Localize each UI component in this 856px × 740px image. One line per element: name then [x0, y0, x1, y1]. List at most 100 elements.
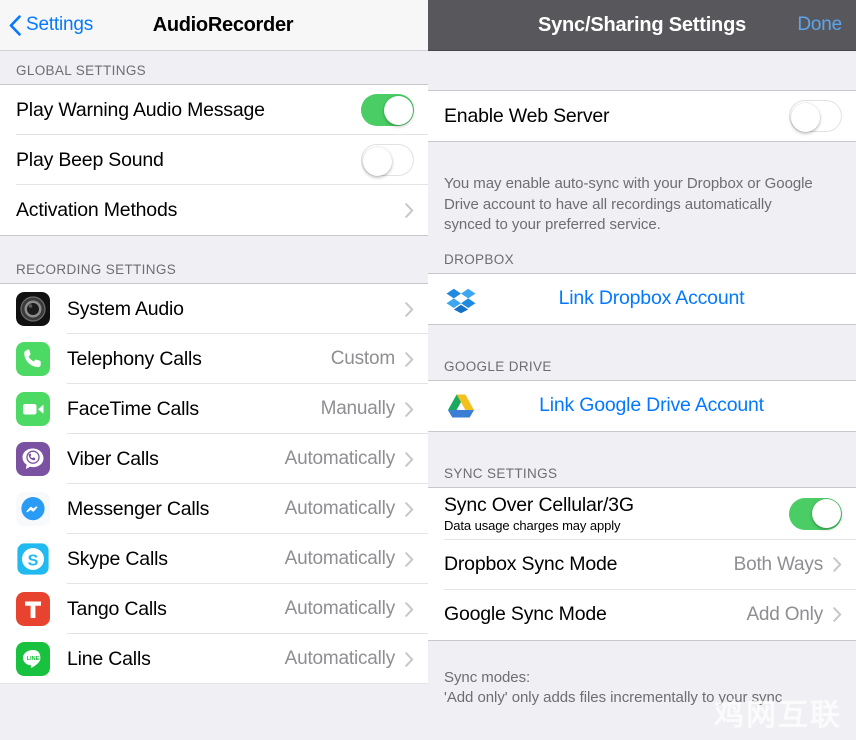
row-messenger-calls[interactable]: Messenger Calls Automatically — [0, 484, 428, 534]
group-recording-settings: System Audio Telephony Calls Custom Face… — [0, 283, 428, 684]
row-dropbox-sync-mode[interactable]: Dropbox Sync Mode Both Ways — [428, 539, 856, 590]
tango-icon — [16, 592, 50, 626]
chevron-right-icon — [405, 202, 414, 218]
intro-note: You may enable auto-sync with your Dropb… — [444, 175, 813, 233]
right-panel-title-text: Sync/Sharing Settings — [537, 13, 747, 36]
back-to-settings-button[interactable]: Settings — [0, 14, 93, 36]
chevron-right-icon — [405, 601, 414, 617]
row-link-google-drive-account[interactable]: Link Google Drive Account — [428, 380, 856, 431]
row-play-warning-audio-message[interactable]: Play Warning Audio Message — [0, 85, 428, 135]
switch-play-warning-audio-message[interactable] — [361, 94, 414, 126]
left-navbar: Settings AudioRecorder — [0, 0, 428, 51]
row-label: Activation Methods — [16, 198, 178, 221]
group-google-drive: Link Google Drive Account — [428, 379, 856, 432]
row-google-sync-mode[interactable]: Google Sync Mode Add Only — [428, 589, 856, 640]
row-label: Google Sync Mode — [444, 603, 607, 625]
chevron-right-icon — [405, 651, 414, 667]
row-link-dropbox-account[interactable]: Link Dropbox Account — [428, 273, 856, 324]
messenger-icon — [16, 492, 50, 526]
row-play-beep-sound[interactable]: Play Beep Sound — [0, 135, 428, 185]
footer-note-line2: 'Add only' only adds files incrementally… — [444, 689, 783, 706]
done-button[interactable]: Done — [797, 0, 842, 50]
row-label: Dropbox Sync Mode — [444, 553, 618, 575]
group-global-settings: Play Warning Audio Message Play Beep Sou… — [0, 84, 428, 236]
chevron-right-icon — [405, 551, 414, 567]
section-header-google-drive: GOOGLE DRIVE — [428, 357, 856, 380]
svg-text:S: S — [28, 553, 39, 570]
row-label: System Audio — [67, 297, 184, 320]
row-detail: Automatically — [284, 598, 396, 619]
row-label: Tango Calls — [67, 597, 167, 620]
group-sync-settings: Sync Over Cellular/3G Data usage charges… — [428, 486, 856, 641]
section-header-dropbox: DROPBOX — [428, 250, 856, 273]
switch-sync-over-cellular[interactable] — [789, 497, 842, 530]
group-dropbox: Link Dropbox Account — [428, 272, 856, 325]
switch-knob — [811, 499, 841, 528]
row-detail: Manually — [320, 398, 396, 419]
spacer — [428, 640, 856, 668]
row-sync-over-cellular[interactable]: Sync Over Cellular/3G Data usage charges… — [428, 487, 856, 540]
row-detail: Automatically — [284, 448, 396, 469]
spacer — [0, 51, 428, 62]
line-icon: LINE — [16, 642, 50, 676]
row-detail: Automatically — [284, 548, 396, 569]
row-sublabel: Data usage charges may apply — [444, 518, 621, 533]
switch-knob — [362, 146, 392, 176]
spacer — [0, 236, 428, 261]
left-panel-title-text: AudioRecorder — [152, 13, 294, 36]
svg-text:LINE: LINE — [27, 656, 40, 662]
switch-knob — [790, 102, 820, 132]
row-label-stack: Sync Over Cellular/3G Data usage charges… — [444, 494, 789, 533]
viber-icon — [16, 442, 50, 476]
right-navbar: Sync/Sharing Settings Done — [428, 0, 856, 51]
switch-play-beep-sound[interactable] — [361, 144, 414, 176]
spacer — [428, 235, 856, 251]
group-web-server: Enable Web Server — [428, 90, 856, 142]
row-label: FaceTime Calls — [67, 397, 199, 420]
row-label: Play Beep Sound — [16, 148, 164, 171]
row-label: Play Warning Audio Message — [16, 98, 265, 121]
split-settings-screen: Settings AudioRecorder GLOBAL SETTINGS P… — [0, 0, 856, 740]
row-label: Viber Calls — [67, 447, 159, 470]
row-label: Telephony Calls — [67, 347, 202, 370]
link-dropbox-label: Link Dropbox Account — [558, 287, 745, 309]
switch-knob — [383, 95, 413, 125]
row-label: Skype Calls — [67, 547, 168, 570]
chevron-right-icon — [405, 401, 414, 417]
row-facetime-calls[interactable]: FaceTime Calls Manually — [0, 384, 428, 434]
switch-enable-web-server[interactable] — [789, 100, 842, 132]
row-enable-web-server[interactable]: Enable Web Server — [428, 91, 856, 141]
row-telephony-calls[interactable]: Telephony Calls Custom — [0, 334, 428, 384]
left-settings-panel: Settings AudioRecorder GLOBAL SETTINGS P… — [0, 0, 428, 740]
spacer — [428, 431, 856, 465]
phone-icon — [16, 342, 50, 376]
link-google-drive-label: Link Google Drive Account — [539, 394, 764, 416]
chevron-right-icon — [405, 351, 414, 367]
row-label: Messenger Calls — [67, 497, 210, 520]
dropbox-icon — [444, 282, 478, 316]
system-audio-icon — [16, 292, 50, 326]
row-label: Enable Web Server — [444, 104, 610, 127]
row-detail: Automatically — [284, 498, 396, 519]
chevron-right-icon — [833, 607, 842, 622]
right-panel-title: Sync/Sharing Settings — [428, 0, 856, 50]
row-activation-methods[interactable]: Activation Methods — [0, 185, 428, 235]
row-separator — [0, 683, 428, 684]
spacer — [428, 51, 856, 90]
row-detail: Custom — [330, 348, 395, 369]
row-line-calls[interactable]: LINE Line Calls Automatically — [0, 634, 428, 684]
row-tango-calls[interactable]: Tango Calls Automatically — [0, 584, 428, 634]
right-sync-sharing-panel: Sync/Sharing Settings Done Enable Web Se… — [428, 0, 856, 740]
chevron-right-icon — [405, 451, 414, 467]
chevron-right-icon — [833, 557, 842, 572]
chevron-right-icon — [405, 301, 414, 317]
row-system-audio[interactable]: System Audio — [0, 284, 428, 334]
row-viber-calls[interactable]: Viber Calls Automatically — [0, 434, 428, 484]
section-header-sync-settings: SYNC SETTINGS — [428, 464, 856, 487]
row-skype-calls[interactable]: S Skype Calls Automatically — [0, 534, 428, 584]
facetime-icon — [16, 392, 50, 426]
footer-note-line1: Sync modes: — [444, 668, 531, 686]
spacer — [428, 324, 856, 358]
google-drive-icon — [444, 389, 478, 423]
row-detail: Both Ways — [733, 553, 824, 575]
